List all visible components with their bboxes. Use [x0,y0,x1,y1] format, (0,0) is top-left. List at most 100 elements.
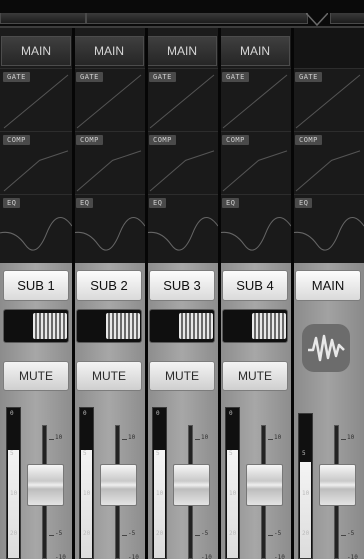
meter-scale-label: 0 [83,410,87,417]
level-meter: 0 5 10 20 [6,407,21,559]
strip-divider [72,28,75,559]
strip-lower-panel: SUB 4 MUTE 0 5 10 20 10 5 0 -5 -10 [219,263,291,559]
channel-strip: MAIN GATE COMP EQ SUB 3 MUTE 0 5 10 20 10 5 0… [146,28,218,559]
assign-toggle[interactable] [222,309,288,343]
meter-scale-label: 0 [229,410,233,417]
level-meter: 0 5 10 20 [152,407,167,559]
fader-scale-label: -5 [274,530,282,537]
meter-scale-label: 10 [302,490,310,497]
meter-scale-label: 0 [156,410,160,417]
mute-button[interactable]: MUTE [222,361,288,391]
comp-panel[interactable]: COMP [219,131,291,195]
toggle-knob[interactable] [179,313,213,339]
fader-scale-label: -10 [128,554,139,559]
meter-scale-label: 20 [229,530,237,537]
fader-tick [268,535,273,536]
top-tab-left[interactable] [0,13,86,24]
mute-button[interactable]: MUTE [3,361,69,391]
fader-tick [341,439,346,440]
fader-scale-label: 10 [274,434,282,441]
fader-scale-label: -5 [201,530,209,537]
comp-panel[interactable]: COMP [292,131,364,195]
meter-scale-label: 5 [302,450,306,457]
meter-scale-label: 10 [83,490,91,497]
comp-panel[interactable]: COMP [73,131,145,195]
strip-divider [218,28,221,559]
meter-scale-label: 5 [83,450,87,457]
eq-label: EQ [149,198,167,208]
gate-panel[interactable]: GATE [219,68,291,132]
fader-scale-label: -10 [274,554,285,559]
comp-label: COMP [149,135,176,145]
meter-scale-label: 20 [302,530,310,537]
gate-label: GATE [222,72,249,82]
gate-label: GATE [149,72,176,82]
fader-tick [49,535,54,536]
eq-panel[interactable]: EQ [146,194,218,264]
main-name-button[interactable]: MAIN [295,270,361,301]
subgroup-name-button[interactable]: SUB 3 [149,270,215,301]
fader-scale-label: -10 [201,554,212,559]
strip-lower-panel: SUB 1 MUTE 0 5 10 20 10 5 0 -5 -10 [0,263,72,559]
eq-label: EQ [76,198,94,208]
fader-handle[interactable] [173,464,210,506]
eq-panel[interactable]: EQ [0,194,72,264]
fader-tick [195,535,200,536]
toggle-knob[interactable] [252,313,286,339]
chevron-up-icon[interactable] [306,13,328,27]
fader-handle[interactable] [246,464,283,506]
fader-handle[interactable] [100,464,137,506]
comp-label: COMP [222,135,249,145]
comp-panel[interactable]: COMP [0,131,72,195]
meter-fill [8,450,19,558]
assign-toggle[interactable] [3,309,69,343]
meter-fill [300,462,311,558]
toggle-knob[interactable] [33,313,67,339]
fader-scale-label: -5 [347,530,355,537]
gate-panel[interactable]: GATE [146,68,218,132]
meter-fill [81,450,92,558]
mute-button[interactable]: MUTE [149,361,215,391]
bus-select-button[interactable]: MAIN [74,36,144,66]
comp-panel[interactable]: COMP [146,131,218,195]
gate-panel[interactable]: GATE [73,68,145,132]
subgroup-name-button[interactable]: SUB 4 [222,270,288,301]
assign-toggle[interactable] [149,309,215,343]
main-strip: GATE COMP EQ MAIN 51020 1050-5-10 [292,28,364,559]
top-tab-right[interactable] [330,13,364,24]
fader-scale-label: -10 [55,554,66,559]
fader-scale-label: 10 [128,434,136,441]
fader-tick [122,439,127,440]
bus-select-button[interactable]: MAIN [220,36,290,66]
meter-scale-label: 10 [10,490,18,497]
bus-select-button[interactable]: MAIN [147,36,217,66]
presonus-waveform-logo-icon [302,324,350,372]
assign-toggle[interactable] [76,309,142,343]
bus-select-button[interactable]: MAIN [1,36,71,66]
fader-handle[interactable] [319,464,356,506]
strip-lower-panel: SUB 2 MUTE 0 5 10 20 10 5 0 -5 -10 [73,263,145,559]
comp-label: COMP [295,135,322,145]
fader-tick [341,535,346,536]
toggle-knob[interactable] [106,313,140,339]
meter-scale-label: 20 [156,530,164,537]
gate-panel[interactable]: GATE [0,68,72,132]
eq-panel[interactable]: EQ [292,194,364,264]
fader-tick [122,535,127,536]
fader-handle[interactable] [27,464,64,506]
fader-scale-label: -10 [347,554,358,559]
mute-button[interactable]: MUTE [76,361,142,391]
eq-label: EQ [3,198,21,208]
meter-scale-label: 5 [156,450,160,457]
subgroup-name-button[interactable]: SUB 1 [3,270,69,301]
subgroup-name-button[interactable]: SUB 2 [76,270,142,301]
eq-panel[interactable]: EQ [73,194,145,264]
meter-scale-label: 10 [156,490,164,497]
strip-divider [291,28,294,559]
comp-label: COMP [3,135,30,145]
top-tab-center[interactable] [86,13,308,24]
gate-panel[interactable]: GATE [292,68,364,132]
fader-tick [268,439,273,440]
meter-scale-label: 20 [10,530,18,537]
eq-panel[interactable]: EQ [219,194,291,264]
